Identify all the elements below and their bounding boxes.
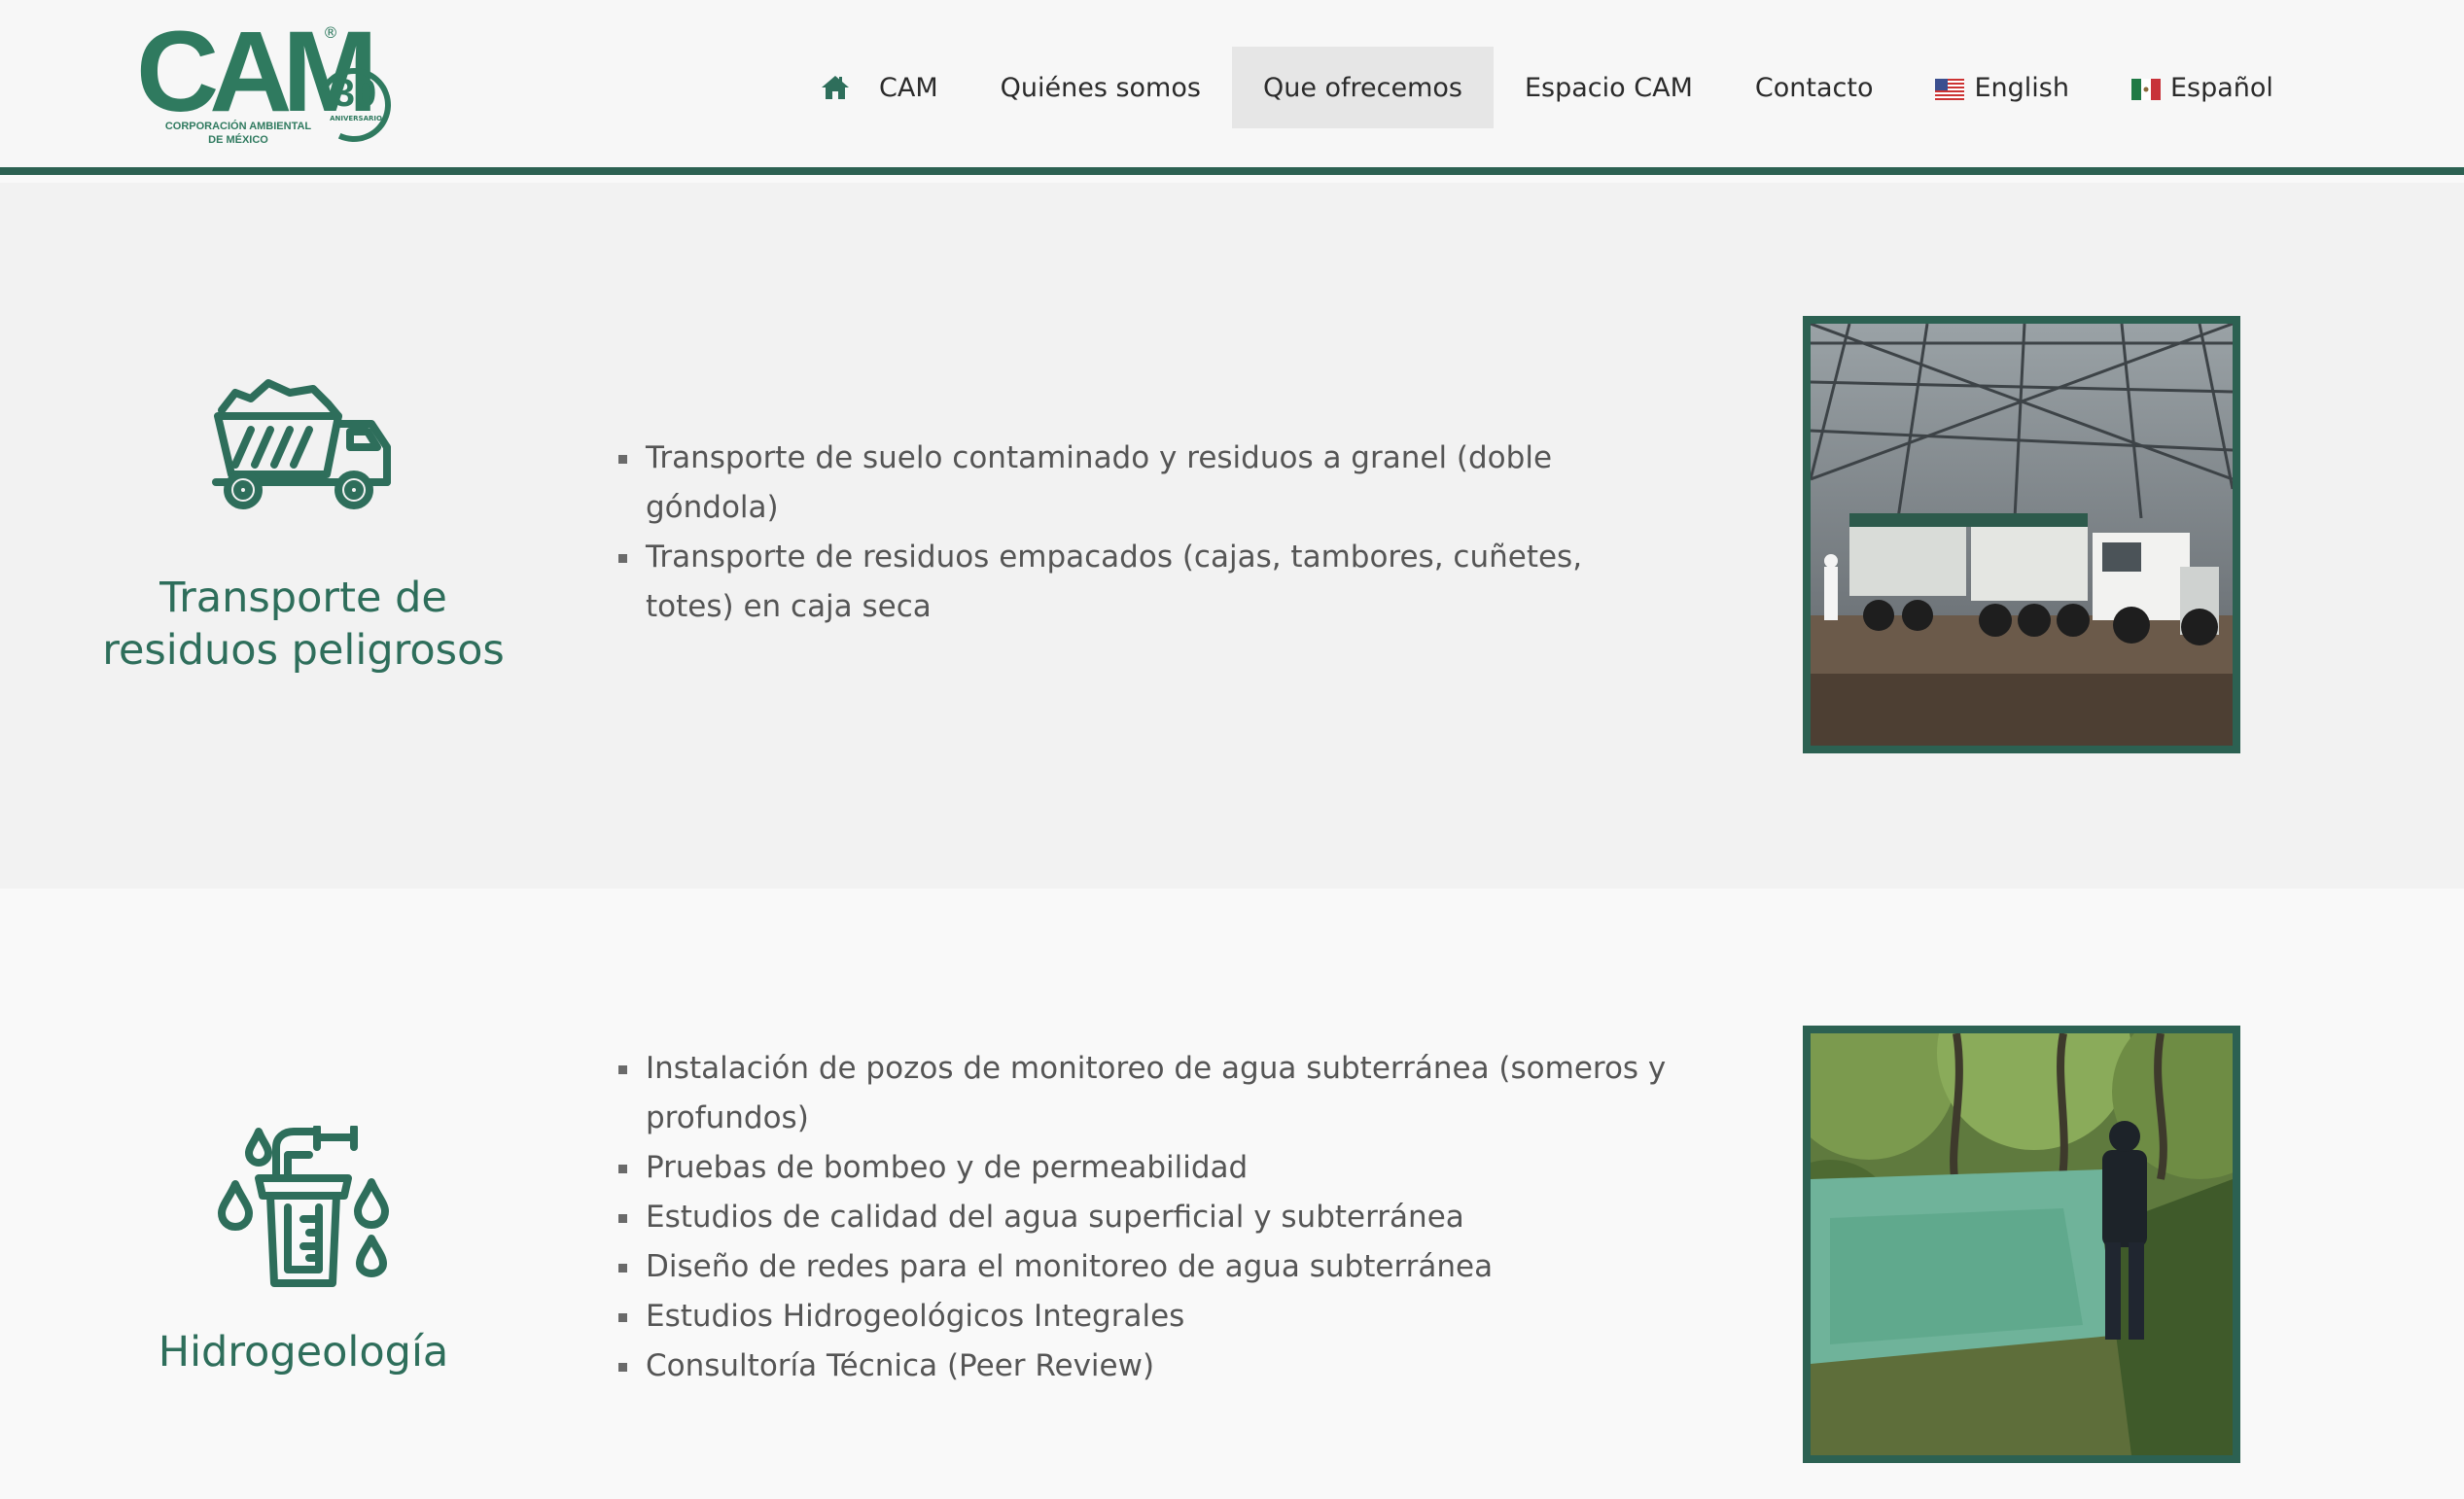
list-item: Transporte de suelo contaminado y residu… xyxy=(618,434,1678,533)
nav-item-espanol[interactable]: Español xyxy=(2100,47,2305,128)
nav-label-contacto: Contacto xyxy=(1754,72,1874,103)
nav-item-que-ofrecemos[interactable]: Que ofrecemos xyxy=(1231,47,1494,128)
service-hidrogeologia: Hidrogeología Instalación de pozos de mo… xyxy=(0,889,2464,1499)
nav-label-cam: CAM xyxy=(879,72,938,103)
nav-item-espacio-cam[interactable]: Espacio CAM xyxy=(1494,47,1724,128)
list-item: Estudios de calidad del agua superficial… xyxy=(618,1193,1678,1242)
anniversary-number: 30 xyxy=(333,72,377,115)
nav-item-cam[interactable]: CAM xyxy=(790,47,969,128)
spring-with-person-photo xyxy=(1803,1026,2240,1463)
list-item: Consultoría Técnica (Peer Review) xyxy=(618,1342,1678,1391)
service-bullets-transporte: Transporte de suelo contaminado y residu… xyxy=(618,434,1678,632)
nav-item-english[interactable]: English xyxy=(1904,47,2100,128)
list-item: Transporte de residuos empacados (cajas,… xyxy=(618,533,1678,632)
nav-label-quienes-somos: Quiénes somos xyxy=(1000,72,1201,103)
service-bullets-hidrogeologia: Instalación de pozos de monitoreo de agu… xyxy=(618,1044,1678,1391)
nav-label-espacio-cam: Espacio CAM xyxy=(1525,72,1693,103)
service-title-hidrogeologia: Hidrogeología xyxy=(158,1328,449,1377)
list-item: Pruebas de bombeo y de permeabilidad xyxy=(618,1143,1678,1193)
truck-in-warehouse-photo xyxy=(1803,316,2240,753)
cam-logo[interactable]: CAM ® 30 ANIVERSARIO CORPORACIÓN AMBIENT… xyxy=(136,8,408,154)
service-transporte: Transporte de residuos peligrosos Transp… xyxy=(0,183,2464,889)
nav-item-contacto[interactable]: Contacto xyxy=(1724,47,1905,128)
nav-label-english: English xyxy=(1974,72,2069,103)
list-item: Diseño de redes para el monitoreo de agu… xyxy=(618,1242,1678,1292)
nav-label-que-ofrecemos: Que ofrecemos xyxy=(1262,72,1462,103)
nav-item-quienes-somos[interactable]: Quiénes somos xyxy=(969,47,1232,128)
mexico-flag-icon xyxy=(2130,77,2161,100)
nav-label-espanol: Español xyxy=(2169,72,2273,103)
site-header: CAM ® 30 ANIVERSARIO CORPORACIÓN AMBIENT… xyxy=(0,0,2464,175)
main-nav: CAM Quiénes somos Que ofrecemos Espacio … xyxy=(790,47,2305,128)
water-sampling-icon xyxy=(216,1124,391,1295)
dump-truck-icon xyxy=(212,377,393,517)
registered-mark: ® xyxy=(323,23,338,42)
us-flag-icon xyxy=(1935,77,1965,100)
home-icon xyxy=(821,75,850,100)
logo-tagline-line1: CORPORACIÓN AMBIENTAL xyxy=(164,121,312,132)
list-item: Instalación de pozos de monitoreo de agu… xyxy=(618,1044,1678,1143)
service-title-transporte: Transporte de residuos peligrosos xyxy=(102,574,505,675)
logo-tagline-line2: DE MÉXICO xyxy=(208,134,268,146)
list-item: Estudios Hidrogeológicos Integrales xyxy=(618,1292,1678,1342)
